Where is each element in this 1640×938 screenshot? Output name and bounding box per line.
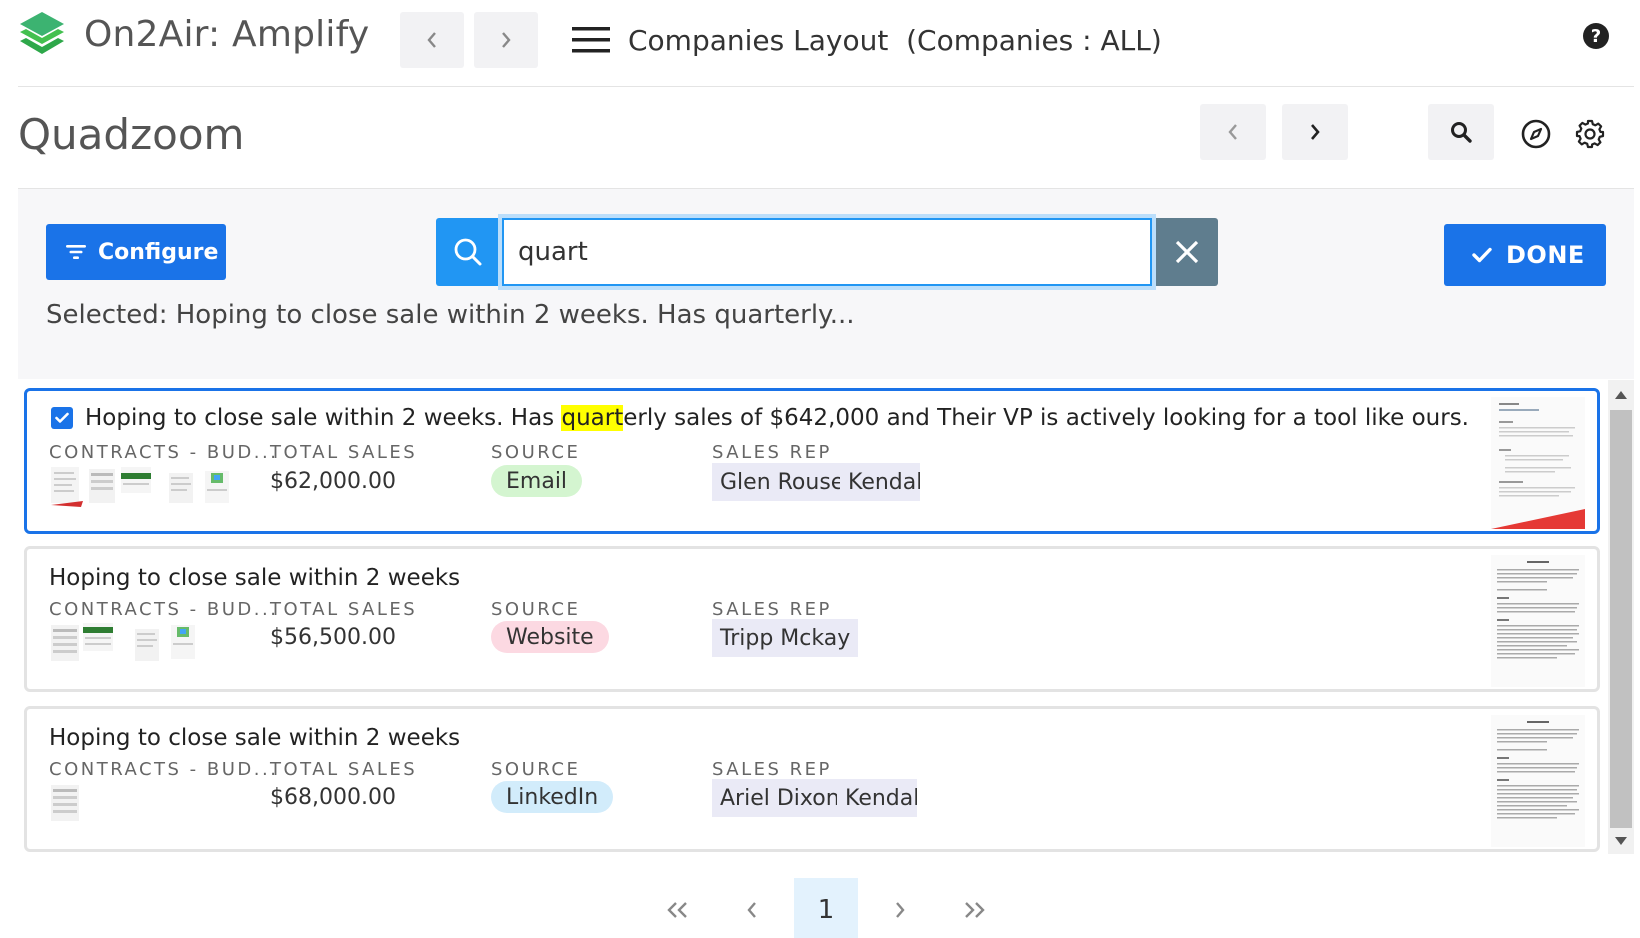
contract-thumbnails[interactable] (49, 467, 239, 509)
source-tag: Website (491, 621, 609, 653)
document-preview-icon[interactable] (1491, 397, 1585, 529)
document-preview-icon[interactable] (1491, 555, 1585, 687)
scroll-up-icon[interactable] (1614, 390, 1628, 400)
chevron-right-icon (1311, 124, 1320, 140)
first-page-button[interactable] (646, 878, 710, 938)
hamburger-menu-icon[interactable] (572, 26, 610, 54)
total-sales-value: $68,000.00 (270, 785, 396, 810)
check-icon (1472, 247, 1492, 263)
svg-text:?: ? (1591, 26, 1601, 47)
search-icon (1451, 122, 1472, 143)
total-sales-value: $62,000.00 (270, 469, 396, 494)
page-title: Quadzoom (18, 110, 245, 159)
image-thumbnail-icon (205, 471, 229, 503)
total-sales-label: TOTAL SALES (270, 442, 418, 463)
done-button[interactable]: DONE (1444, 224, 1606, 286)
sales-rep-label: SALES REP (712, 599, 832, 620)
source-tag: LinkedIn (491, 781, 614, 813)
document-thumbnail-icon (135, 629, 159, 661)
chevron-right-icon (502, 32, 511, 48)
configure-button[interactable]: Configure (46, 224, 226, 280)
double-chevron-left-icon (667, 902, 687, 918)
sales-rep-label: SALES REP (712, 759, 832, 780)
done-label: DONE (1506, 241, 1585, 269)
next-record-button[interactable] (1282, 104, 1348, 160)
document-thumbnail-icon (89, 469, 115, 503)
double-chevron-right-icon (965, 902, 985, 918)
document-preview-icon[interactable] (1491, 715, 1585, 847)
record-card[interactable]: Hoping to close sale within 2 weeks CONT… (24, 546, 1600, 692)
header-divider (18, 86, 1634, 87)
contracts-label: CONTRACTS - BUD... (49, 599, 279, 620)
contracts-label: CONTRACTS - BUD... (49, 442, 279, 463)
source-label: SOURCE (491, 442, 581, 463)
prev-record-button[interactable] (1200, 104, 1266, 160)
spreadsheet-thumbnail-icon (83, 623, 113, 651)
source-label: SOURCE (491, 759, 581, 780)
source-tag: Email (491, 465, 583, 497)
total-sales-label: TOTAL SALES (270, 599, 418, 620)
scroll-down-icon[interactable] (1614, 836, 1628, 846)
configure-label: Configure (98, 239, 219, 265)
help-icon[interactable]: ? (1582, 22, 1610, 50)
search-toggle-button[interactable] (1428, 104, 1494, 160)
check-icon (55, 412, 69, 423)
sales-rep-chip: Glen Rouse (712, 463, 853, 501)
document-thumbnail-icon (51, 625, 79, 661)
sales-rep-chip: Ariel Dixon (712, 779, 848, 817)
search-input[interactable] (502, 218, 1152, 286)
scrollbar-thumb[interactable] (1610, 410, 1632, 828)
record-card[interactable]: Hoping to close sale within 2 weeks CONT… (24, 706, 1600, 852)
document-thumbnail-icon (169, 473, 193, 503)
total-sales-value: $56,500.00 (270, 625, 396, 650)
document-thumbnail-icon (51, 785, 79, 821)
clear-search-button[interactable] (1156, 218, 1218, 286)
filter-icon (66, 245, 86, 259)
chevron-left-icon (427, 32, 436, 48)
chevron-right-icon (896, 902, 905, 918)
next-page-button[interactable] (868, 878, 932, 938)
record-title: Hoping to close sale within 2 weeks. Has… (85, 405, 1469, 431)
compass-icon[interactable] (1520, 118, 1552, 150)
layers-logo-icon (20, 12, 64, 54)
contract-thumbnails[interactable] (49, 783, 89, 825)
top-bar: On2Air: Amplify Companies Layout (Compan… (0, 0, 1640, 84)
contracts-label: CONTRACTS - BUD... (49, 759, 279, 780)
history-forward-button[interactable] (474, 12, 538, 68)
total-sales-label: TOTAL SALES (270, 759, 418, 780)
record-title: Hoping to close sale within 2 weeks (49, 725, 461, 751)
chevron-left-icon (1228, 124, 1237, 140)
record-title: Hoping to close sale within 2 weeks (49, 565, 461, 591)
record-checkbox[interactable] (51, 407, 73, 429)
search-submit-button[interactable] (436, 218, 500, 286)
title-text: Hoping to close sale within 2 weeks. Has (85, 405, 562, 431)
page-number-button[interactable]: 1 (794, 878, 858, 938)
gear-icon[interactable] (1574, 118, 1606, 150)
sales-rep-chip: Kendal Carl (837, 779, 917, 817)
prev-page-button[interactable] (720, 878, 784, 938)
last-page-button[interactable] (942, 878, 1006, 938)
image-thumbnail-icon (171, 625, 195, 659)
sales-rep-chip: Kendal Carl (840, 463, 920, 501)
sales-rep-chip: Tripp Mckay (712, 619, 859, 657)
spreadsheet-thumbnail-icon (121, 467, 151, 493)
search-match-highlight: quart (561, 405, 624, 431)
document-thumbnail-icon (51, 467, 83, 507)
source-label: SOURCE (491, 599, 581, 620)
contract-thumbnails[interactable] (49, 623, 209, 665)
sales-rep-label: SALES REP (712, 442, 832, 463)
chevron-left-icon (747, 902, 756, 918)
app-title: On2Air: Amplify (84, 14, 370, 55)
layout-title: Companies Layout (Companies : ALL) (628, 24, 1162, 57)
history-back-button[interactable] (400, 12, 464, 68)
search-bar (436, 218, 1218, 286)
title-text: erly sales of $642,000 and Their VP is a… (623, 405, 1469, 431)
record-card[interactable]: Hoping to close sale within 2 weeks. Has… (24, 388, 1600, 534)
selected-record-text: Selected: Hoping to close sale within 2 … (46, 300, 855, 330)
close-icon (1175, 240, 1199, 264)
search-icon (454, 238, 482, 266)
